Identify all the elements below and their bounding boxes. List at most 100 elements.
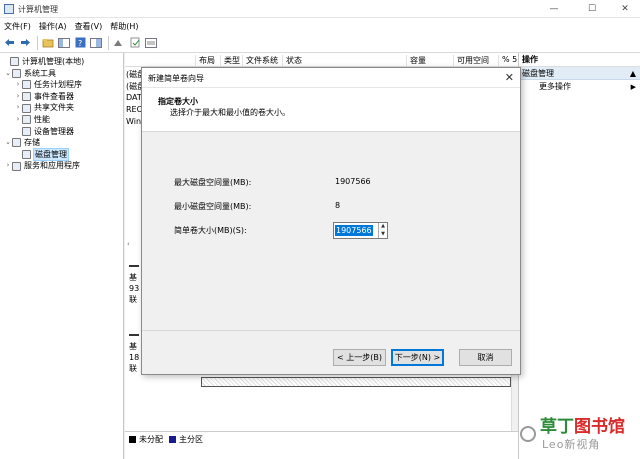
scroll-left-arrow-icon[interactable]: ‹ bbox=[127, 240, 130, 248]
watermark-subtitle: Leo新视角 bbox=[542, 438, 601, 451]
close-button[interactable]: ✕ bbox=[611, 2, 639, 16]
volume-row-label[interactable]: Win bbox=[126, 117, 141, 126]
submenu-arrow-icon: ▶ bbox=[630, 83, 636, 91]
tree-item-task-scheduler[interactable]: › 任务计划程序 bbox=[0, 79, 123, 91]
shared-folder-icon bbox=[22, 103, 31, 113]
menu-action[interactable]: 操作(A) bbox=[35, 18, 71, 33]
collapse-arrow-icon[interactable]: ▲ bbox=[630, 67, 636, 80]
next-button[interactable]: 下一步(N) > bbox=[391, 349, 444, 366]
maximize-button[interactable]: ☐ bbox=[578, 2, 606, 16]
services-icon bbox=[12, 161, 21, 171]
menu-bar: 文件(F) 操作(A) 查看(V) 帮助(H) bbox=[0, 18, 640, 33]
tree-item-device-manager[interactable]: 设备管理器 bbox=[0, 126, 123, 138]
partition-strip[interactable] bbox=[201, 377, 511, 387]
tree-item-disk-management[interactable]: 磁盘管理 bbox=[0, 147, 123, 162]
legend-label: 未分配 bbox=[139, 435, 163, 444]
column-percent-free[interactable]: % 5 bbox=[498, 55, 517, 67]
actions-section-label: 磁盘管理 bbox=[522, 69, 554, 78]
back-button[interactable]: < 上一步(B) bbox=[333, 349, 386, 366]
tree-item-label: 服务和应用程序 bbox=[24, 161, 80, 171]
tree-item-label: 事件查看器 bbox=[34, 91, 74, 101]
menu-view[interactable]: 查看(V) bbox=[71, 18, 107, 33]
tree-item-label: 磁盘管理 bbox=[33, 147, 69, 162]
column-free-space[interactable]: 可用空间 bbox=[453, 55, 489, 67]
back-arrow-icon[interactable] bbox=[2, 36, 16, 50]
wizard-step-description: 选择介于最大和最小值的卷大小。 bbox=[170, 108, 290, 117]
wizard-step-title: 指定卷大小 bbox=[158, 97, 198, 106]
watermark-logo-icon bbox=[520, 426, 536, 442]
performance-icon bbox=[22, 115, 31, 125]
watermark-title: 草丁图书馆 bbox=[540, 412, 625, 437]
device-manager-icon bbox=[22, 126, 31, 136]
column-capacity[interactable]: 容量 bbox=[406, 55, 426, 67]
expand-caret-icon[interactable]: › bbox=[14, 114, 22, 126]
menu-file[interactable]: 文件(F) bbox=[0, 18, 35, 33]
wizard-title-bar: 新建简单卷向导 ✕ bbox=[142, 68, 520, 88]
volume-row-label[interactable]: DAT bbox=[126, 93, 142, 102]
tree-item-system-tools[interactable]: ⌄ 系统工具 bbox=[0, 68, 123, 80]
help-icon[interactable]: ? bbox=[73, 36, 87, 50]
disk-management-icon bbox=[22, 150, 31, 160]
tree-item-label: 计算机管理(本地) bbox=[22, 57, 85, 66]
tree-item-label: 性能 bbox=[34, 114, 50, 124]
new-simple-volume-wizard: 新建简单卷向导 ✕ 指定卷大小 选择介于最大和最小值的卷大小。 最大磁盘空间量(… bbox=[141, 67, 521, 375]
tree-item-label: 任务计划程序 bbox=[34, 80, 82, 90]
stepper-down-icon[interactable]: ▼ bbox=[379, 231, 387, 239]
expand-caret-icon[interactable]: › bbox=[4, 160, 12, 172]
navigation-tree: 计算机管理(本地) ⌄ 系统工具 › 任务计划程序 › 事件查看器 › 共享文件… bbox=[0, 53, 124, 459]
volume-size-input[interactable]: 1907566 bbox=[335, 225, 373, 236]
more-actions-label: 更多操作 bbox=[539, 82, 571, 91]
expand-caret-icon[interactable]: › bbox=[14, 79, 22, 91]
watermark-title-red: 图书馆 bbox=[574, 417, 625, 437]
minimize-button[interactable]: — bbox=[540, 2, 568, 16]
tree-item-computer-management[interactable]: 计算机管理(本地) bbox=[0, 56, 123, 68]
forward-arrow-icon[interactable] bbox=[18, 36, 32, 50]
console-icon[interactable] bbox=[112, 36, 126, 50]
legend-label: 主分区 bbox=[179, 435, 203, 444]
expand-caret-icon[interactable]: › bbox=[14, 102, 22, 114]
title-bar: 计算机管理 — ☐ ✕ bbox=[0, 0, 640, 18]
tree-item-label: 设备管理器 bbox=[34, 126, 74, 136]
actions-section-disk-management[interactable]: 磁盘管理 ▲ bbox=[519, 67, 640, 80]
menu-help[interactable]: 帮助(H) bbox=[106, 18, 142, 33]
tree-item-performance[interactable]: › 性能 bbox=[0, 114, 123, 126]
actions-pane: 操作 磁盘管理 ▲ 更多操作 ▶ bbox=[518, 53, 640, 459]
column-layout[interactable]: 布局 bbox=[195, 55, 215, 67]
task-scheduler-icon bbox=[22, 80, 31, 90]
max-space-value: 1907566 bbox=[335, 177, 371, 186]
up-folder-icon[interactable] bbox=[41, 36, 55, 50]
disk-icon bbox=[129, 334, 139, 336]
stepper-up-icon[interactable]: ▲ bbox=[379, 223, 387, 231]
volume-size-stepper[interactable]: 1907566 ▲ ▼ bbox=[333, 222, 388, 239]
legend-swatch-primary bbox=[169, 436, 176, 443]
column-status[interactable]: 状态 bbox=[282, 55, 302, 67]
wizard-close-button[interactable]: ✕ bbox=[505, 71, 514, 84]
min-space-value: 8 bbox=[335, 201, 341, 210]
toolbar-separator bbox=[37, 35, 38, 50]
tree-item-services-apps[interactable]: › 服务和应用程序 bbox=[0, 160, 123, 172]
column-type[interactable]: 类型 bbox=[220, 55, 240, 67]
refresh-icon[interactable] bbox=[144, 36, 158, 50]
volume-size-label: 简单卷大小(MB)(S): bbox=[174, 226, 247, 235]
cancel-button[interactable]: 取消 bbox=[459, 349, 512, 366]
disk-icon bbox=[129, 265, 139, 267]
export-icon[interactable] bbox=[128, 36, 142, 50]
column-filesystem[interactable]: 文件系统 bbox=[242, 55, 278, 67]
computer-management-icon bbox=[10, 57, 19, 67]
tree-item-event-viewer[interactable]: › 事件查看器 bbox=[0, 91, 123, 103]
expand-caret-icon[interactable]: › bbox=[14, 91, 22, 103]
more-actions-item[interactable]: 更多操作 ▶ bbox=[519, 80, 640, 94]
show-tree-icon[interactable] bbox=[57, 36, 71, 50]
min-space-label: 最小磁盘空间量(MB): bbox=[174, 202, 252, 211]
tree-item-label: 系统工具 bbox=[24, 68, 56, 78]
tree-item-shared-folders[interactable]: › 共享文件夹 bbox=[0, 102, 123, 114]
volume-row-label[interactable]: REC bbox=[126, 105, 142, 114]
computer-management-icon bbox=[4, 4, 14, 14]
expand-caret-icon[interactable]: ⌄ bbox=[4, 137, 12, 149]
svg-text:?: ? bbox=[78, 39, 82, 48]
tree-item-storage[interactable]: ⌄ 存储 bbox=[0, 137, 123, 149]
volume-list-header: 布局 类型 文件系统 状态 容量 可用空间 % 5 bbox=[125, 53, 518, 67]
properties-icon[interactable] bbox=[89, 36, 103, 50]
expand-caret-icon[interactable]: ⌄ bbox=[4, 68, 12, 80]
partition-legend: 未分配 主分区 bbox=[125, 431, 518, 447]
